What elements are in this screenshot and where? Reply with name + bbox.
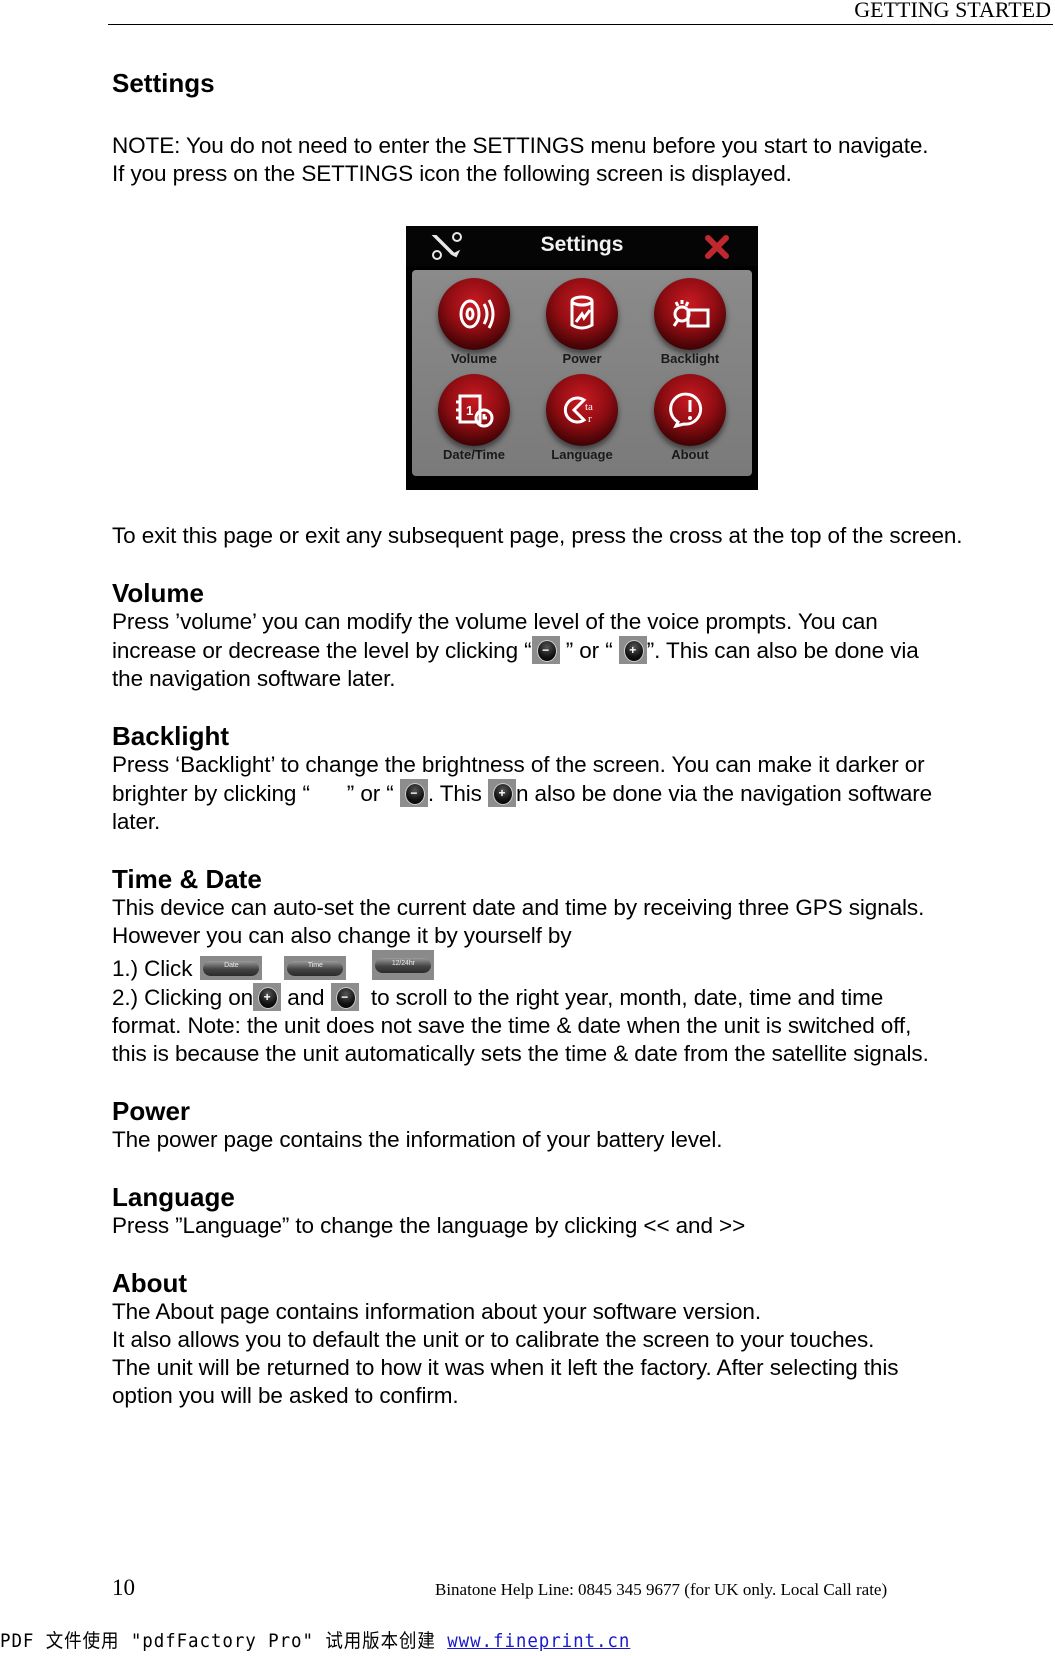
hour-format-button-image: 12/24hr bbox=[372, 950, 435, 980]
backlight-heading: Backlight bbox=[112, 721, 230, 751]
page-content: Settings NOTE: You do not need to enter … bbox=[112, 66, 1047, 1410]
volume-text: Press ’volume’ you can modify the volume… bbox=[112, 609, 878, 634]
svg-text:1: 1 bbox=[466, 403, 473, 418]
text-span: . This bbox=[427, 781, 488, 806]
watermark-text: PDF 文件使用 "pdfFactory Pro" 试用版本创建 bbox=[0, 1630, 448, 1652]
time-date-text: This device can auto-set the current dat… bbox=[112, 895, 925, 920]
language-icon: tar bbox=[563, 396, 593, 425]
text-span: brighter by clicking “ ” or “ bbox=[112, 781, 400, 806]
minus-button-icon: − bbox=[399, 779, 428, 807]
time-date-step-1: 1.) Click Date Time 12/24hr bbox=[112, 950, 1047, 983]
volume-text: increase or decrease the level by clicki… bbox=[112, 636, 1047, 665]
settings-screen-image: Settings Volume Power Backlight 1 Date/T… bbox=[406, 226, 758, 490]
speaker-icon bbox=[459, 299, 495, 329]
device-button-power[interactable]: Power bbox=[534, 278, 630, 366]
running-title: GETTING STARTED bbox=[854, 0, 1051, 22]
device-button-label: Volume bbox=[451, 351, 497, 366]
about-text: The About page contains information abou… bbox=[112, 1299, 761, 1324]
info-icon bbox=[669, 392, 703, 429]
note-line: If you press on the SETTINGS icon the fo… bbox=[112, 161, 792, 186]
help-line: Binatone Help Line: 0845 345 9677 (for U… bbox=[435, 1580, 888, 1599]
page-number: 10 bbox=[112, 1575, 135, 1600]
backlight-text: brighter by clicking “ ” or “ −. This + n… bbox=[112, 779, 1047, 808]
text-span: ”. This can also be done via bbox=[646, 638, 919, 663]
device-button-label: Language bbox=[551, 447, 613, 462]
volume-text: the navigation software later. bbox=[112, 666, 396, 691]
text-span: and bbox=[281, 985, 331, 1010]
text-span: to scroll to the right year, month, date… bbox=[358, 985, 884, 1010]
time-date-text: this is because the unit automatically s… bbox=[112, 1041, 929, 1066]
device-titlebar: Settings bbox=[406, 226, 758, 266]
device-button-label: About bbox=[671, 447, 709, 462]
device-button-volume[interactable]: Volume bbox=[426, 278, 522, 366]
pdf-watermark: PDF 文件使用 "pdfFactory Pro" 试用版本创建 www.fin… bbox=[0, 1626, 630, 1653]
plus-button-icon: + bbox=[487, 779, 516, 807]
about-text: It also allows you to default the unit o… bbox=[112, 1327, 875, 1352]
device-button-date-time[interactable]: 1 Date/Time bbox=[426, 374, 522, 462]
device-button-backlight[interactable]: Backlight bbox=[642, 278, 738, 366]
power-heading: Power bbox=[112, 1096, 191, 1126]
text-span: increase or decrease the level by clicki… bbox=[112, 638, 532, 663]
time-date-text: However you can also change it by yourse… bbox=[112, 923, 572, 948]
battery-icon bbox=[570, 295, 594, 330]
note-line: NOTE: You do not need to enter the SETTI… bbox=[112, 133, 929, 158]
time-button-image: Time bbox=[284, 956, 347, 980]
minus-button-icon: − bbox=[531, 636, 560, 664]
svg-text:ta: ta bbox=[585, 401, 593, 413]
backlight-text: Press ‘Backlight’ to change the brightne… bbox=[112, 752, 925, 777]
time-date-step-2: 2.) Clicking on + and − to scroll to the … bbox=[112, 983, 1047, 1012]
watermark-link[interactable]: www.fineprint.cn bbox=[447, 1630, 630, 1652]
device-button-about[interactable]: About bbox=[642, 374, 738, 462]
device-button-panel: Volume Power Backlight 1 Date/Time ta r L… bbox=[412, 270, 752, 476]
plus-button-icon: + bbox=[618, 636, 647, 664]
text-span: n also be done via the navigation softwa… bbox=[515, 781, 933, 806]
plus-button-icon: + bbox=[253, 983, 282, 1011]
about-heading: About bbox=[112, 1268, 188, 1298]
device-button-label: Power bbox=[562, 351, 602, 366]
exit-instructions: To exit this page or exit any subsequent… bbox=[112, 523, 963, 548]
text-span: 1.) Click bbox=[112, 956, 193, 981]
volume-heading: Volume bbox=[112, 578, 204, 608]
running-header: GETTING STARTED bbox=[108, 0, 1053, 25]
backlight-text: later. bbox=[112, 809, 161, 834]
device-button-label: Backlight bbox=[660, 351, 720, 366]
text-span: ” or “ bbox=[559, 638, 619, 663]
device-button-language[interactable]: ta r Language bbox=[534, 374, 630, 462]
time-date-heading: Time & Date bbox=[112, 864, 262, 894]
page-title: Settings bbox=[112, 68, 215, 98]
about-text: The unit will be returned to how it was … bbox=[112, 1355, 899, 1380]
date-button-image: Date bbox=[200, 956, 263, 980]
language-text: Press ”Language” to change the language … bbox=[112, 1213, 746, 1238]
device-button-label: Date/Time bbox=[443, 447, 505, 462]
language-heading: Language bbox=[112, 1182, 235, 1212]
lamp-icon bbox=[672, 300, 710, 328]
text-span: 2.) Clicking on bbox=[112, 985, 254, 1010]
time-date-text: format. Note: the unit does not save the… bbox=[112, 1013, 912, 1038]
minus-button-icon: − bbox=[330, 983, 359, 1011]
power-text: The power page contains the information … bbox=[112, 1127, 723, 1152]
calendar-clock-icon: 1 bbox=[456, 394, 494, 428]
about-text: option you will be asked to confirm. bbox=[112, 1383, 459, 1408]
svg-text:r: r bbox=[588, 413, 592, 425]
close-icon[interactable] bbox=[704, 234, 730, 260]
